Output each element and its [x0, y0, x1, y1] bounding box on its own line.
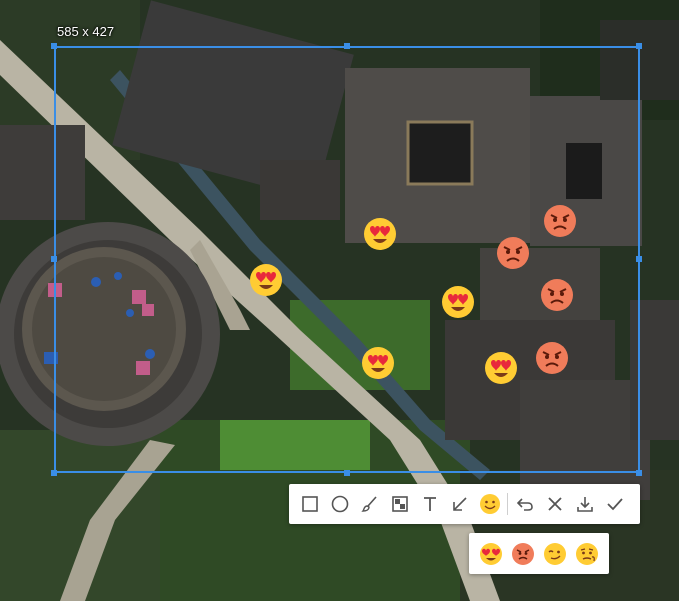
arrow-tool-button[interactable]: [445, 484, 475, 524]
brush-tool-button[interactable]: [355, 484, 385, 524]
cancel-icon: [548, 497, 562, 511]
screenshot-stage: 585 x 427: [0, 0, 679, 601]
angry-sticker[interactable]: [540, 278, 574, 312]
emoji-icon: [480, 494, 500, 514]
wink-emoji-option[interactable]: [543, 542, 567, 566]
resize-handle-top-right[interactable]: [636, 43, 642, 49]
angry-emoji-option[interactable]: [511, 542, 535, 566]
heart-eyes-sticker[interactable]: [249, 263, 283, 297]
toolbar-divider: [507, 493, 508, 515]
heart-eyes-sticker[interactable]: [363, 217, 397, 251]
resize-handle-top[interactable]: [344, 43, 350, 49]
confirm-icon: [607, 498, 623, 511]
text-icon: [424, 497, 436, 511]
ellipse-icon: [331, 495, 349, 513]
mosaic-icon: [392, 496, 408, 512]
undo-icon: [516, 498, 533, 511]
confused-emoji-option[interactable]: [575, 542, 599, 566]
resize-handle-bottom-left[interactable]: [51, 470, 57, 476]
resize-handle-right[interactable]: [636, 256, 642, 262]
heart-eyes-sticker[interactable]: [441, 285, 475, 319]
heart-eyes-sticker[interactable]: [484, 351, 518, 385]
annotation-toolbar: [289, 484, 640, 524]
confirm-button[interactable]: [600, 484, 630, 524]
brush-icon: [361, 496, 377, 512]
text-tool-button[interactable]: [415, 484, 445, 524]
mosaic-tool-button[interactable]: [385, 484, 415, 524]
resize-handle-bottom-right[interactable]: [636, 470, 642, 476]
angry-sticker[interactable]: [496, 236, 530, 270]
download-button[interactable]: [570, 484, 600, 524]
resize-handle-bottom[interactable]: [344, 470, 350, 476]
rectangle-icon: [302, 496, 318, 512]
emoji-picker-panel: [469, 533, 609, 574]
selection-size-label: 585 x 427: [57, 24, 115, 39]
undo-button[interactable]: [510, 484, 540, 524]
ellipse-tool-button[interactable]: [325, 484, 355, 524]
emoji-tool-button[interactable]: [475, 484, 505, 524]
download-icon: [577, 497, 593, 512]
rectangle-tool-button[interactable]: [295, 484, 325, 524]
heart-eyes-sticker[interactable]: [361, 346, 395, 380]
angry-sticker[interactable]: [535, 341, 569, 375]
cancel-button[interactable]: [540, 484, 570, 524]
angry-sticker[interactable]: [543, 204, 577, 238]
resize-handle-left[interactable]: [51, 256, 57, 262]
resize-handle-top-left[interactable]: [51, 43, 57, 49]
heart-eyes-emoji-option[interactable]: [479, 542, 503, 566]
selection-box[interactable]: [54, 46, 640, 473]
arrow-icon: [453, 497, 467, 511]
